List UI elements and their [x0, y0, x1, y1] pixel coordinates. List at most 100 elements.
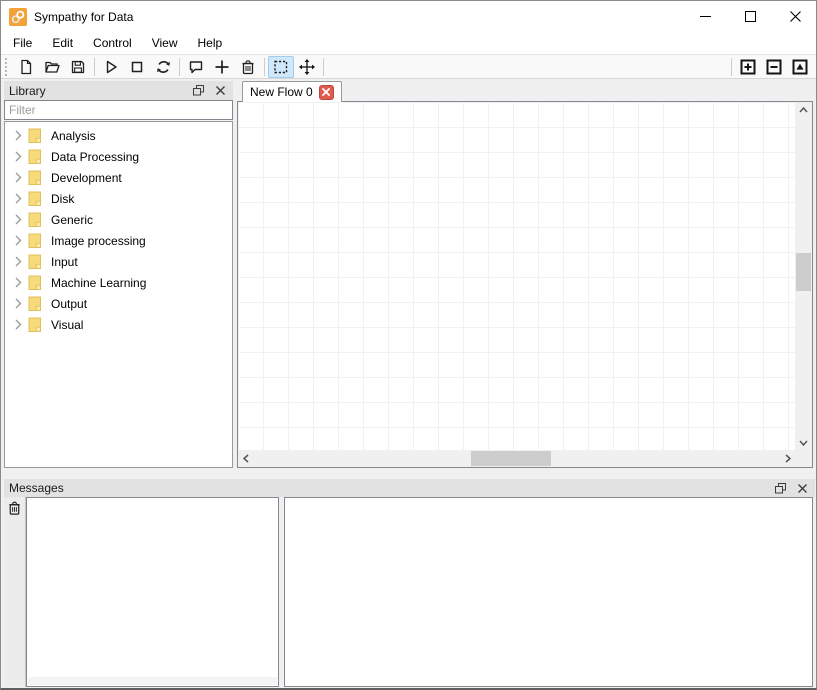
maximize-button[interactable]: [728, 1, 773, 32]
folder-icon: [28, 212, 44, 228]
zoom-out-icon: [766, 59, 782, 75]
scroll-left-icon[interactable]: [238, 450, 253, 467]
trash-icon: [240, 59, 256, 75]
close-button[interactable]: [773, 1, 817, 32]
execute-flow-button[interactable]: [98, 56, 124, 78]
zoom-fit-icon: [792, 59, 808, 75]
library-item-label: Analysis: [51, 129, 96, 143]
vertical-scrollbar[interactable]: [795, 102, 812, 450]
clear-messages-button[interactable]: [6, 500, 24, 518]
scroll-down-icon[interactable]: [795, 435, 812, 450]
open-folder-icon: [44, 59, 61, 75]
insert-text-field-button[interactable]: [183, 56, 209, 78]
horizontal-scrollbar-thumb[interactable]: [471, 451, 551, 466]
library-panel-header: Library: [4, 81, 233, 100]
selection-tool-button[interactable]: [268, 56, 294, 78]
minimize-button[interactable]: [683, 1, 728, 32]
messages-panel-header: Messages: [4, 479, 815, 497]
float-panel-icon[interactable]: [191, 84, 205, 98]
zoom-fit-button[interactable]: [787, 56, 813, 78]
zoom-tools: [735, 56, 813, 78]
flow-canvas-frame: [237, 101, 813, 468]
folder-icon: [28, 128, 44, 144]
library-item-disk[interactable]: Disk: [5, 188, 232, 209]
menu-item-control[interactable]: Control: [83, 32, 142, 54]
folder-icon: [28, 317, 44, 333]
library-item-development[interactable]: Development: [5, 167, 232, 188]
library-item-output[interactable]: Output: [5, 293, 232, 314]
zoom-out-button[interactable]: [761, 56, 787, 78]
tab-new-flow-0[interactable]: New Flow 0: [242, 81, 342, 102]
library-item-image-processing[interactable]: Image processing: [5, 230, 232, 251]
tab-label: New Flow 0: [250, 85, 313, 99]
chevron-right-icon[interactable]: [11, 256, 25, 267]
menu-bar: FileEditControlViewHelp: [1, 32, 817, 54]
scroll-up-icon[interactable]: [795, 102, 812, 117]
chevron-right-icon[interactable]: [11, 193, 25, 204]
messages-detail-pane[interactable]: [284, 497, 813, 687]
folder-icon: [28, 275, 44, 291]
messages-toolstrip: [4, 497, 26, 687]
menu-item-edit[interactable]: Edit: [42, 32, 83, 54]
toolbar-separator: [94, 58, 95, 76]
menu-item-file[interactable]: File: [3, 32, 42, 54]
library-item-analysis[interactable]: Analysis: [5, 125, 232, 146]
library-item-label: Visual: [51, 318, 83, 332]
float-panel-icon[interactable]: [773, 481, 787, 495]
library-item-data-processing[interactable]: Data Processing: [5, 146, 232, 167]
chevron-right-icon[interactable]: [11, 319, 25, 330]
folder-icon: [28, 233, 44, 249]
library-item-generic[interactable]: Generic: [5, 209, 232, 230]
comment-bubble-icon: [188, 59, 204, 75]
stop-execution-button[interactable]: [124, 56, 150, 78]
app-window: Sympathy for Data FileEditControlViewHel…: [0, 0, 817, 690]
delete-selected-button[interactable]: [235, 56, 261, 78]
play-icon: [103, 59, 119, 75]
new-flow-button[interactable]: [13, 56, 39, 78]
library-item-visual[interactable]: Visual: [5, 314, 232, 335]
library-filter-input[interactable]: [4, 100, 233, 120]
library-panel-title: Library: [9, 84, 183, 98]
insert-node-button[interactable]: [209, 56, 235, 78]
title-bar: Sympathy for Data: [1, 1, 817, 32]
chevron-right-icon[interactable]: [11, 172, 25, 183]
chevron-right-icon[interactable]: [11, 298, 25, 309]
reload-flow-button[interactable]: [150, 56, 176, 78]
library-item-label: Input: [51, 255, 78, 269]
plus-icon: [214, 59, 230, 75]
chevron-right-icon[interactable]: [11, 151, 25, 162]
messages-panel-title: Messages: [9, 481, 765, 495]
horizontal-scrollbar[interactable]: [238, 450, 795, 467]
folder-icon: [28, 149, 44, 165]
stop-icon: [129, 59, 145, 75]
menu-item-view[interactable]: View: [142, 32, 188, 54]
open-flow-button[interactable]: [39, 56, 65, 78]
chevron-right-icon[interactable]: [11, 277, 25, 288]
chevron-right-icon[interactable]: [11, 235, 25, 246]
chevron-right-icon[interactable]: [11, 214, 25, 225]
library-item-machine-learning[interactable]: Machine Learning: [5, 272, 232, 293]
folder-icon: [28, 254, 44, 270]
vertical-scrollbar-thumb[interactable]: [796, 253, 811, 291]
library-item-label: Development: [51, 171, 122, 185]
library-item-label: Data Processing: [51, 150, 139, 164]
library-item-input[interactable]: Input: [5, 251, 232, 272]
toolbar-separator: [731, 58, 732, 76]
chevron-right-icon[interactable]: [11, 130, 25, 141]
flow-canvas[interactable]: [238, 102, 795, 450]
tab-close-button[interactable]: [319, 85, 334, 100]
library-item-label: Disk: [51, 192, 74, 206]
close-panel-icon[interactable]: [795, 481, 809, 495]
folder-icon: [28, 191, 44, 207]
toolbar-drag-handle[interactable]: [5, 58, 9, 76]
zoom-in-button[interactable]: [735, 56, 761, 78]
pan-tool-button[interactable]: [294, 56, 320, 78]
selection-marquee-icon: [273, 59, 289, 75]
toolbar-separator: [179, 58, 180, 76]
messages-list-pane[interactable]: [26, 497, 279, 687]
menu-item-help[interactable]: Help: [188, 32, 233, 54]
scroll-right-icon[interactable]: [780, 450, 795, 467]
close-panel-icon[interactable]: [213, 84, 227, 98]
toolbar-separator: [264, 58, 265, 76]
save-flow-button[interactable]: [65, 56, 91, 78]
